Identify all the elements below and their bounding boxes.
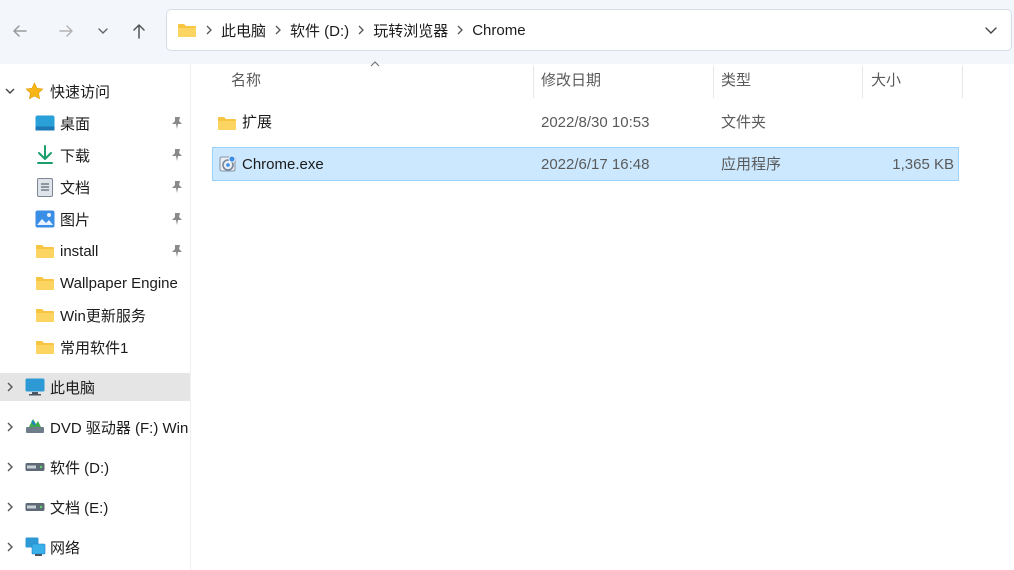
desktop-icon <box>35 115 55 131</box>
breadcrumb-separator-icon <box>349 25 373 35</box>
column-divider[interactable] <box>533 66 534 98</box>
chevron-right-icon[interactable] <box>4 421 16 433</box>
file-row[interactable]: Chrome.exe 2022/6/17 16:48 应用程序 1,365 KB <box>212 147 959 181</box>
file-type: 文件夹 <box>721 114 767 131</box>
sidebar-item-this-pc[interactable]: 此电脑 <box>0 373 190 401</box>
file-row[interactable]: 扩展 2022/8/30 10:53 文件夹 <box>212 106 959 140</box>
download-icon <box>37 145 53 164</box>
network-icon <box>25 537 46 556</box>
folder-icon <box>36 245 54 258</box>
chevron-right-icon[interactable] <box>4 541 16 553</box>
chevron-right-icon[interactable] <box>4 501 16 513</box>
sidebar-item-dvd-drive[interactable]: DVD 驱动器 (F:) Win <box>0 411 190 443</box>
drive-icon <box>25 503 45 511</box>
address-bar[interactable]: 此电脑 软件 (D:) 玩转浏览器 Chrome <box>166 9 1012 51</box>
forward-arrow-icon <box>59 25 73 37</box>
folder-icon <box>178 24 196 37</box>
pin-icon[interactable] <box>170 180 184 194</box>
folder-icon <box>36 341 54 354</box>
sidebar-item-drive-d[interactable]: 软件 (D:) <box>0 451 190 483</box>
column-divider[interactable] <box>962 66 963 98</box>
pin-icon[interactable] <box>170 244 184 258</box>
file-name: Chrome.exe <box>242 156 324 173</box>
sidebar-item-label: install <box>60 242 99 260</box>
sidebar-item-label: 网络 <box>50 539 81 557</box>
sidebar-item-quick-access[interactable]: 快速访问 <box>0 75 190 107</box>
column-divider[interactable] <box>713 66 714 98</box>
sidebar-item-documents[interactable]: 文档 <box>0 171 190 203</box>
breadcrumb-drive-d[interactable]: 软件 (D:) <box>290 20 349 41</box>
sidebar-item-downloads[interactable]: 下载 <box>0 139 190 171</box>
address-history-button[interactable] <box>979 19 1003 41</box>
sidebar-item-install[interactable]: install <box>0 235 190 267</box>
column-header-name[interactable]: 名称 <box>231 64 261 98</box>
column-headers: 名称 修改日期 类型 大小 <box>191 61 1014 98</box>
navigation-pane: 快速访问 桌面 下载 文档 图片 install Wallpaper Engin… <box>0 64 190 570</box>
sidebar-item-drive-e[interactable]: 文档 (E:) <box>0 491 190 523</box>
chevron-down-icon[interactable] <box>4 85 16 97</box>
recent-locations-button[interactable] <box>89 14 117 48</box>
app-exe-icon <box>219 155 236 172</box>
file-name: 扩展 <box>242 114 273 131</box>
sidebar-item-common-software[interactable]: 常用软件1 <box>0 331 190 363</box>
sidebar-item-label: 文档 (E:) <box>50 499 109 517</box>
sidebar-item-label: 桌面 <box>60 115 91 133</box>
sidebar-item-label: Wallpaper Engine <box>60 274 178 292</box>
breadcrumb-separator-icon <box>266 25 290 35</box>
chevron-down-icon <box>98 28 108 34</box>
sidebar-item-pictures[interactable]: 图片 <box>0 203 190 235</box>
column-header-type[interactable]: 类型 <box>721 64 751 98</box>
breadcrumb-separator-icon <box>197 25 221 35</box>
up-button[interactable] <box>124 14 154 48</box>
sidebar-item-win-update[interactable]: Win更新服务 <box>0 299 190 331</box>
dvd-drive-icon <box>26 419 44 433</box>
pin-icon[interactable] <box>170 148 184 162</box>
breadcrumb: 此电脑 软件 (D:) 玩转浏览器 Chrome <box>177 10 526 50</box>
file-type: 应用程序 <box>721 156 782 173</box>
column-header-size[interactable]: 大小 <box>871 64 901 98</box>
sidebar-item-label: DVD 驱动器 (F:) Win <box>50 419 189 437</box>
forward-button[interactable] <box>51 14 81 48</box>
folder-icon <box>218 117 236 130</box>
sort-ascending-icon <box>370 61 380 67</box>
folder-icon <box>36 309 54 322</box>
sidebar-item-desktop[interactable]: 桌面 <box>0 107 190 139</box>
file-modified: 2022/8/30 10:53 <box>541 114 650 131</box>
up-arrow-icon <box>133 24 145 39</box>
breadcrumb-chrome[interactable]: Chrome <box>472 22 525 39</box>
star-icon <box>25 82 44 100</box>
column-header-modified[interactable]: 修改日期 <box>541 64 601 98</box>
sidebar-item-label: 此电脑 <box>50 379 96 397</box>
pictures-icon <box>35 210 55 228</box>
sidebar-item-label: 下载 <box>60 147 91 165</box>
sidebar-item-label: Win更新服务 <box>60 307 146 325</box>
sidebar-item-label: 图片 <box>60 211 91 229</box>
back-arrow-icon <box>13 25 27 37</box>
document-icon <box>37 178 53 197</box>
sidebar-item-label: 快速访问 <box>50 83 111 101</box>
sidebar-item-label: 常用软件1 <box>60 339 129 357</box>
pin-icon[interactable] <box>170 212 184 226</box>
chevron-down-icon <box>985 27 997 34</box>
pin-icon[interactable] <box>170 116 184 130</box>
chevron-right-icon[interactable] <box>4 381 16 393</box>
navigation-bar: 此电脑 软件 (D:) 玩转浏览器 Chrome <box>0 0 1014 64</box>
file-modified: 2022/6/17 16:48 <box>541 156 650 173</box>
sidebar-item-wallpaper-engine[interactable]: Wallpaper Engine <box>0 267 190 299</box>
drive-icon <box>25 463 45 471</box>
column-divider[interactable] <box>862 66 863 98</box>
breadcrumb-separator-icon <box>448 25 472 35</box>
sidebar-item-network[interactable]: 网络 <box>0 531 190 563</box>
breadcrumb-this-pc[interactable]: 此电脑 <box>221 20 266 41</box>
pane-divider[interactable] <box>190 64 191 570</box>
file-size: 1,365 KB <box>892 156 954 173</box>
back-button[interactable] <box>5 14 35 48</box>
sidebar-item-label: 软件 (D:) <box>50 459 110 477</box>
folder-icon <box>36 277 54 290</box>
chevron-right-icon[interactable] <box>4 461 16 473</box>
this-pc-icon <box>25 378 45 396</box>
breadcrumb-browser-folder[interactable]: 玩转浏览器 <box>373 20 448 41</box>
sidebar-item-label: 文档 <box>60 179 91 197</box>
